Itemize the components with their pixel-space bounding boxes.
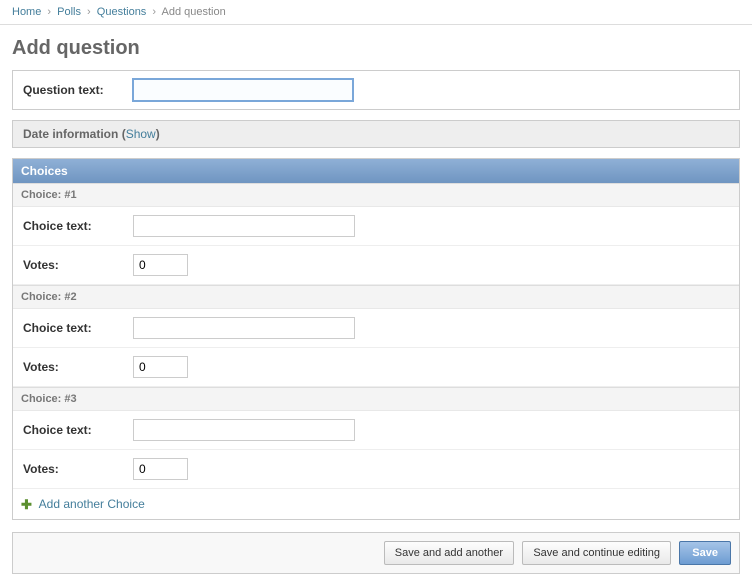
votes-input[interactable] [133, 458, 188, 480]
choice-body: Choice text: Votes: [13, 411, 739, 489]
save-add-another-button[interactable]: Save and add another [384, 541, 514, 565]
choice-text-input[interactable] [133, 215, 355, 237]
question-text-input[interactable] [133, 79, 353, 101]
choice-text-label: Choice text: [23, 219, 133, 233]
votes-label: Votes: [23, 360, 133, 374]
choice-text-label: Choice text: [23, 321, 133, 335]
date-info-toggle[interactable]: Show [126, 127, 156, 141]
breadcrumb: Home › Polls › Questions › Add question [0, 0, 752, 25]
breadcrumb-app[interactable]: Polls [57, 6, 81, 18]
breadcrumb-sep: › [152, 6, 156, 18]
choices-header: Choices [13, 159, 739, 183]
choice-text-input[interactable] [133, 317, 355, 339]
choice-text-label: Choice text: [23, 423, 133, 437]
date-info-title: Date information [23, 127, 118, 141]
date-info-bar: Date information (Show) [12, 120, 740, 148]
votes-label: Votes: [23, 258, 133, 272]
votes-input[interactable] [133, 356, 188, 378]
save-button[interactable]: Save [679, 541, 731, 565]
question-text-label: Question text: [23, 83, 133, 97]
breadcrumb-sep: › [87, 6, 91, 18]
breadcrumb-model[interactable]: Questions [97, 6, 147, 18]
save-continue-button[interactable]: Save and continue editing [522, 541, 671, 565]
breadcrumb-home[interactable]: Home [12, 6, 41, 18]
votes-input[interactable] [133, 254, 188, 276]
choice-body: Choice text: Votes: [13, 207, 739, 285]
question-module: Question text: [12, 70, 740, 110]
votes-label: Votes: [23, 462, 133, 476]
submit-row: Save and add another Save and continue e… [12, 532, 740, 574]
choice-header: Choice: #2 [13, 285, 739, 309]
plus-icon: ✚ [21, 499, 32, 510]
choice-header: Choice: #1 [13, 183, 739, 207]
add-another-choice-link[interactable]: Add another Choice [39, 497, 145, 511]
add-row: ✚ Add another Choice [13, 489, 739, 519]
breadcrumb-current: Add question [162, 6, 226, 18]
page-title: Add question [12, 37, 740, 60]
choices-inline-group: Choices Choice: #1 Choice text: Votes: C… [12, 158, 740, 520]
breadcrumb-sep: › [47, 6, 51, 18]
choice-text-input[interactable] [133, 419, 355, 441]
choice-header: Choice: #3 [13, 387, 739, 411]
choice-body: Choice text: Votes: [13, 309, 739, 387]
